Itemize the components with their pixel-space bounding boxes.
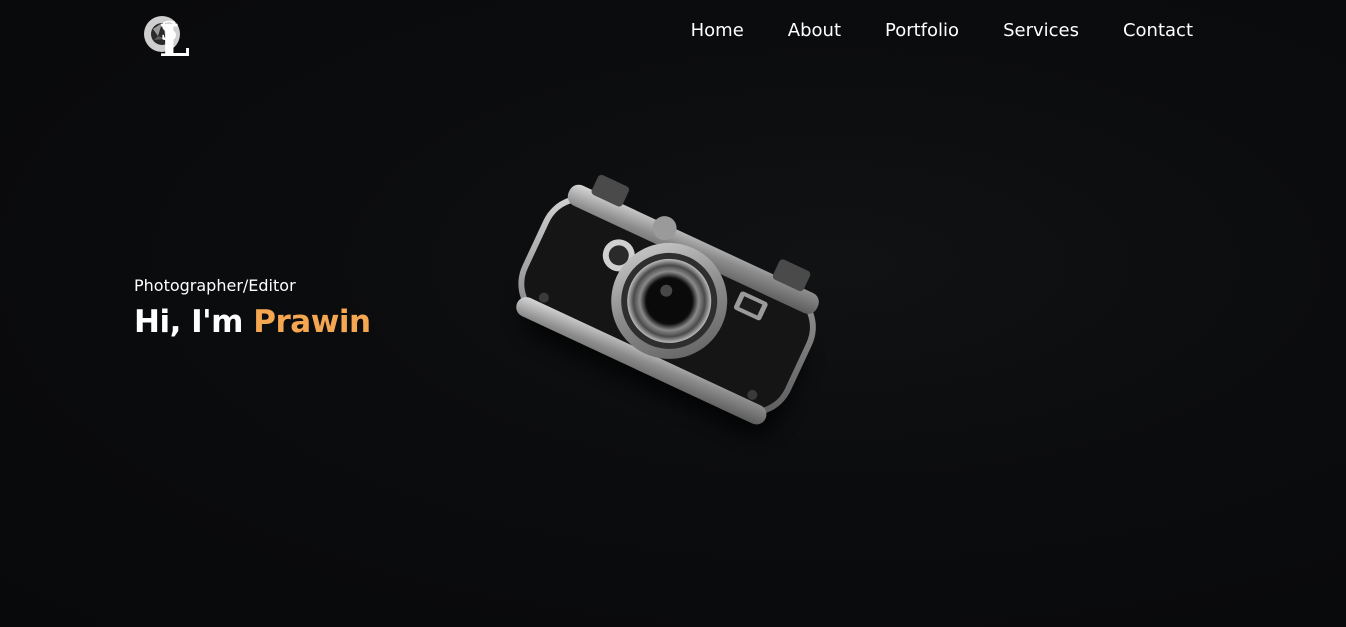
nav-services[interactable]: Services <box>1003 20 1079 41</box>
hero-headline: Hi, I'm Prawin <box>134 304 371 340</box>
main-nav: Home About Portfolio Services Contact <box>647 20 1193 41</box>
nav-about[interactable]: About <box>788 20 841 41</box>
hero-greeting: Hi, I'm <box>134 304 243 340</box>
svg-text:S: S <box>160 17 178 47</box>
page: L S Home About Portfolio Services Contac… <box>0 0 1346 627</box>
nav-home[interactable]: Home <box>691 20 744 41</box>
hero-subtitle: Photographer/Editor <box>134 276 296 295</box>
nav-contact[interactable]: Contact <box>1123 20 1193 41</box>
site-logo[interactable]: L S <box>138 6 194 62</box>
nav-portfolio[interactable]: Portfolio <box>885 20 959 41</box>
camera-image <box>516 174 819 435</box>
hero-name: Prawin <box>253 304 371 340</box>
